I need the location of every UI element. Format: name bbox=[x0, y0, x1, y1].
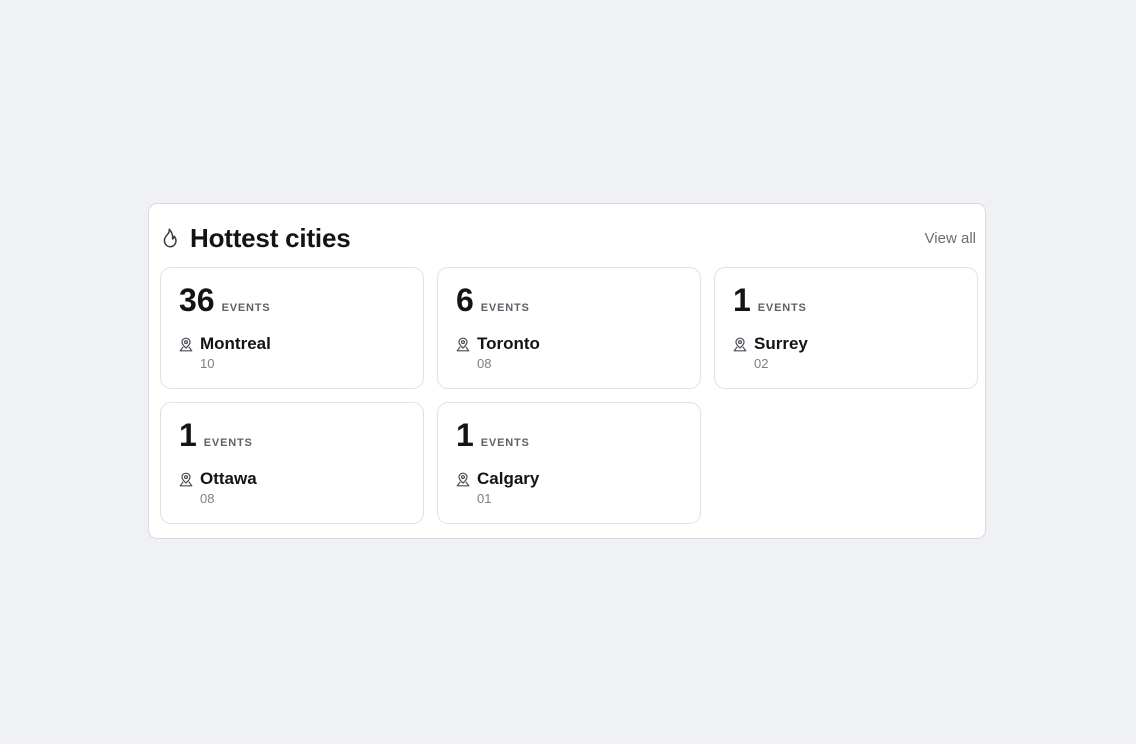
map-pin-icon bbox=[456, 337, 470, 352]
events-label: EVENTS bbox=[757, 302, 807, 314]
events-label: EVENTS bbox=[221, 302, 271, 314]
event-count: 36 bbox=[179, 282, 215, 318]
city-row: Toronto bbox=[456, 334, 540, 354]
event-count: 6 bbox=[456, 282, 474, 318]
events-label: EVENTS bbox=[480, 302, 530, 314]
city-card-ottawa[interactable]: 1 EVENTS Ottawa 08 bbox=[160, 402, 424, 524]
events-label: EVENTS bbox=[203, 437, 253, 449]
view-all-link[interactable]: View all bbox=[925, 230, 976, 247]
city-row: Calgary bbox=[456, 469, 539, 489]
event-count-row: 1 EVENTS bbox=[733, 282, 807, 318]
city-card-surrey[interactable]: 1 EVENTS Surrey 02 bbox=[714, 267, 978, 389]
panel-header: Hottest cities View all bbox=[161, 222, 976, 254]
city-name: Ottawa bbox=[200, 469, 257, 488]
event-count: 1 bbox=[733, 282, 751, 318]
event-count-row: 6 EVENTS bbox=[456, 282, 530, 318]
title-group: Hottest cities bbox=[161, 222, 351, 254]
flame-icon bbox=[161, 227, 179, 249]
hottest-cities-panel: Hottest cities View all 36 EVENTS Montre… bbox=[148, 203, 986, 539]
city-row: Surrey bbox=[733, 334, 808, 354]
city-card-calgary[interactable]: 1 EVENTS Calgary 01 bbox=[437, 402, 701, 524]
city-code: 08 bbox=[200, 491, 215, 506]
event-count-row: 1 EVENTS bbox=[179, 417, 253, 453]
city-row: Montreal bbox=[179, 334, 271, 354]
city-name: Calgary bbox=[477, 469, 540, 488]
map-pin-icon bbox=[179, 337, 193, 352]
event-count: 1 bbox=[179, 417, 197, 453]
city-code: 08 bbox=[477, 356, 492, 371]
event-count-row: 36 EVENTS bbox=[179, 282, 270, 318]
event-count-row: 1 EVENTS bbox=[456, 417, 530, 453]
city-name: Toronto bbox=[477, 334, 540, 353]
map-pin-icon bbox=[179, 472, 193, 487]
map-pin-icon bbox=[733, 337, 747, 352]
city-name: Surrey bbox=[754, 334, 808, 353]
events-label: EVENTS bbox=[480, 437, 530, 449]
city-code: 10 bbox=[200, 356, 215, 371]
city-grid: 36 EVENTS Montreal 10 6 EVENTS Toronto 0… bbox=[160, 267, 979, 524]
city-name: Montreal bbox=[200, 334, 271, 353]
page-title: Hottest cities bbox=[190, 222, 351, 253]
city-code: 01 bbox=[477, 491, 492, 506]
map-pin-icon bbox=[456, 472, 470, 487]
event-count: 1 bbox=[456, 417, 474, 453]
city-code: 02 bbox=[754, 356, 769, 371]
city-card-montreal[interactable]: 36 EVENTS Montreal 10 bbox=[160, 267, 424, 389]
city-card-toronto[interactable]: 6 EVENTS Toronto 08 bbox=[437, 267, 701, 389]
city-row: Ottawa bbox=[179, 469, 257, 489]
